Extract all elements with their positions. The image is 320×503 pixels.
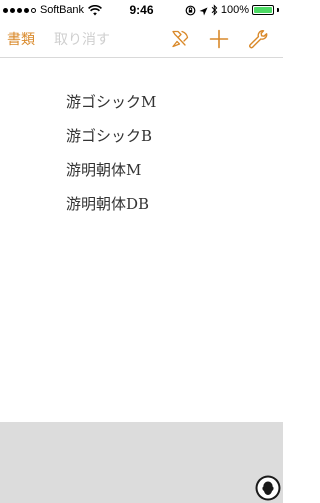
plus-icon[interactable] (208, 28, 230, 50)
battery-icon (252, 5, 274, 15)
document-item[interactable]: 游明朝体DB (66, 194, 156, 228)
bluetooth-icon (211, 1, 218, 20)
document-list: 游ゴシックM 游ゴシックB 游明朝体M 游明朝体DB (66, 92, 156, 228)
undo-button[interactable]: 取り消す (54, 29, 110, 49)
status-bar: SoftBank 9:46 100% (0, 0, 283, 20)
document-item[interactable]: 游ゴシックB (66, 126, 156, 160)
document-item[interactable]: 游ゴシックM (66, 92, 156, 126)
battery-fill (254, 7, 272, 13)
battery-percent: 100% (220, 4, 249, 16)
rotation-lock-icon (185, 1, 196, 20)
location-arrow-icon (199, 1, 208, 20)
documents-button[interactable]: 書類 (7, 29, 35, 49)
wrench-icon[interactable] (247, 28, 269, 50)
toolbar: 書類 取り消す (0, 20, 283, 58)
watermark-logo (255, 475, 281, 501)
status-right: 100% (185, 3, 279, 17)
bottom-panel (0, 422, 283, 503)
document-item[interactable]: 游明朝体M (66, 160, 156, 194)
hammer-brush-icon[interactable] (169, 28, 191, 50)
battery-tip (277, 8, 279, 12)
